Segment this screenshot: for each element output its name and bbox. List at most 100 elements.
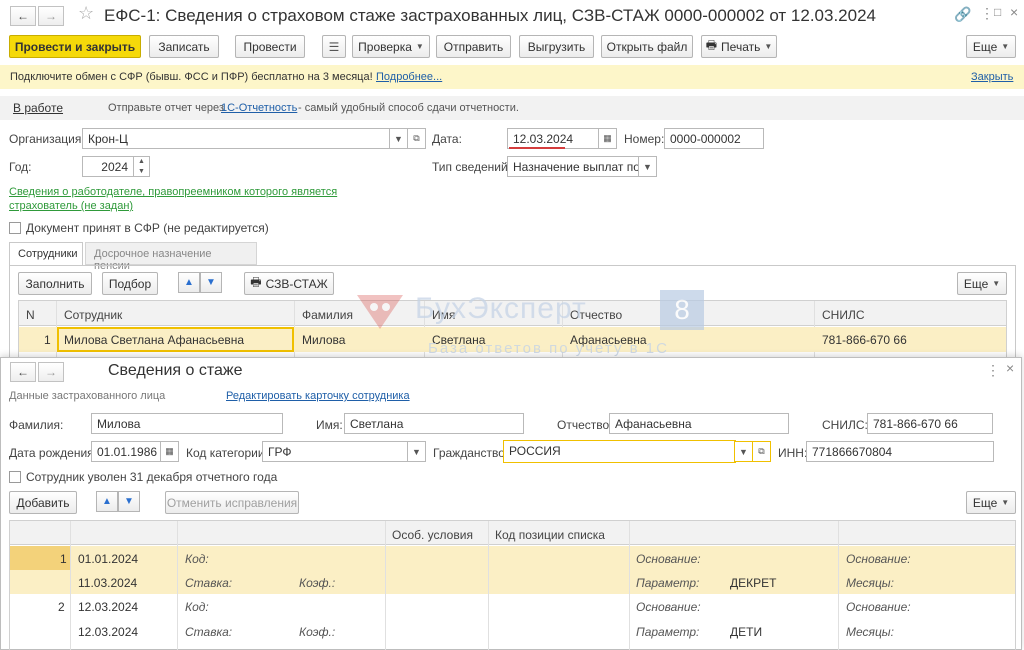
inn-field[interactable]: 771866670804 (806, 441, 994, 462)
move-down-icon[interactable]: ▼ (200, 272, 222, 293)
favorite-star-icon[interactable]: ☆ (78, 3, 94, 24)
dropdown-icon[interactable]: ▼ (638, 156, 657, 177)
accepted-checkbox[interactable] (9, 222, 21, 234)
cancel-fixes-button[interactable]: Отменить исправления (165, 491, 299, 514)
forward-button[interactable]: → (38, 6, 64, 26)
list-icon[interactable]: ☰ (322, 35, 346, 58)
period-end: 11.03.2024 (78, 576, 138, 590)
post-button[interactable]: Провести (235, 35, 305, 58)
open-file-button[interactable]: Открыть файл (601, 35, 693, 58)
row-last: Милова (302, 333, 346, 347)
dialog-menu-icon[interactable]: ⋮ (986, 362, 1000, 379)
post-and-close-button[interactable]: Провести и закрыть (9, 35, 141, 58)
printer-icon: 🖶 (705, 38, 718, 52)
reporting-link[interactable]: 1С-Отчетность (221, 102, 297, 114)
number-field[interactable]: 0000-000002 (664, 128, 764, 149)
period-start: 01.01.2024 (78, 552, 139, 566)
col-list-position: Код позиции списка (495, 528, 605, 542)
save-button[interactable]: Записать (149, 35, 219, 58)
print-button[interactable]: 🖶 Печать ▼ (701, 35, 777, 58)
send-button[interactable]: Отправить (436, 35, 511, 58)
dialog-title: Сведения о стаже (108, 362, 243, 379)
calendar-icon[interactable]: ▦ (598, 128, 617, 149)
row-n: 1 (44, 333, 51, 347)
param-value: ДЕТИ (730, 625, 763, 639)
open-icon[interactable]: ⧉ (407, 128, 426, 149)
year-field[interactable]: 2024 (82, 156, 134, 177)
dropdown-icon[interactable]: ▼ (734, 441, 753, 462)
banner-more-link[interactable]: Подробнее... (376, 71, 442, 83)
link-icon[interactable]: 🔗 (954, 6, 971, 23)
dialog-close-icon[interactable]: × (1006, 360, 1014, 376)
watermark-subtitle: База ответов по учету в 1С (428, 340, 669, 357)
chevron-down-icon: ▼ (764, 42, 773, 51)
accepted-label: Документ принят в СФР (не редактируется) (26, 221, 269, 235)
org-label: Организация: (9, 132, 85, 146)
fired-checkbox[interactable] (9, 471, 21, 483)
citizenship-field[interactable]: РОССИЯ (503, 440, 736, 463)
tab-employees[interactable]: Сотрудники (9, 242, 83, 266)
fired-label: Сотрудник уволен 31 декабря отчетного го… (26, 470, 278, 484)
col-divider (70, 521, 71, 650)
first-name-field[interactable]: Светлана (344, 413, 524, 434)
add-period-button[interactable]: Добавить (9, 491, 77, 514)
row-employee: Милова Светлана Афанасьевна (64, 333, 245, 347)
snils-field[interactable]: 781-866-670 66 (867, 413, 993, 434)
rate-label: Ставка: (185, 625, 233, 639)
type-field[interactable]: Назначение выплат по ОС (507, 156, 639, 177)
dropdown-icon[interactable]: ▼ (389, 128, 408, 149)
chevron-down-icon: ▼ (1001, 498, 1010, 507)
open-icon[interactable]: ⧉ (752, 441, 771, 462)
middle-name-field[interactable]: Афанасьевна (609, 413, 789, 434)
status-hint-prefix: Отправьте отчет через (108, 102, 224, 114)
dialog-forward-button[interactable]: → (38, 362, 64, 382)
maximize-icon[interactable]: □ (994, 5, 1001, 19)
category-field[interactable]: ГРФ (262, 441, 408, 462)
status-state[interactable]: В работе (13, 101, 63, 115)
select-button[interactable]: Подбор (102, 272, 158, 295)
row-snils: 781-866-670 66 (822, 333, 907, 347)
export-button[interactable]: Выгрузить (519, 35, 594, 58)
months-label: Месяцы: (846, 576, 894, 590)
dialog-more-button[interactable]: Еще ▼ (966, 491, 1016, 514)
employer-link-line1[interactable]: Сведения о работодателе, правопреемником… (9, 186, 337, 198)
last-name-field[interactable]: Милова (91, 413, 283, 434)
watermark-number: 8 (660, 290, 704, 330)
code-label: Код: (185, 552, 209, 566)
check-button[interactable]: Проверка ▼ (352, 35, 430, 58)
employer-link-line2[interactable]: страхователь (не задан) (9, 200, 133, 212)
date-field[interactable]: 12.03.2024 (507, 128, 601, 149)
last-name-label: Фамилия: (9, 418, 64, 432)
col-divider (629, 521, 630, 650)
move-up-icon[interactable]: ▲ (178, 272, 200, 293)
category-label: Код категории: (186, 446, 268, 460)
col-divider (488, 521, 489, 650)
birth-date-field[interactable]: 01.01.1986 (91, 441, 161, 462)
back-button[interactable]: ← (10, 6, 36, 26)
move-up-icon[interactable]: ▲ (96, 491, 118, 512)
calendar-icon[interactable]: ▦ (160, 441, 179, 462)
edit-employee-link[interactable]: Редактировать карточку сотрудника (226, 390, 410, 402)
szv-print-button[interactable]: 🖶 СЗВ-СТАЖ (244, 272, 334, 295)
col-divider (177, 521, 178, 650)
watermark-title: БухЭксперт (415, 292, 587, 325)
org-field[interactable]: Крон-Ц (82, 128, 390, 149)
dialog-back-button[interactable]: ← (10, 362, 36, 382)
close-icon[interactable]: × (1010, 4, 1018, 20)
move-down-icon[interactable]: ▼ (118, 491, 140, 512)
basis-label: Основание: (846, 552, 911, 566)
more-button[interactable]: Еще ▼ (966, 35, 1016, 58)
table-more-button[interactable]: Еще ▼ (957, 272, 1007, 295)
param-value: ДЕКРЕТ (730, 576, 777, 590)
inn-label: ИНН: (778, 446, 808, 460)
banner-close-link[interactable]: Закрыть (971, 71, 1013, 83)
dropdown-icon[interactable]: ▼ (407, 441, 426, 462)
fill-button[interactable]: Заполнить (18, 272, 92, 295)
tab-early-pension[interactable]: Досрочное назначение пенсии (85, 242, 257, 272)
year-stepper[interactable]: ▲ ▼ (133, 156, 150, 177)
first-name-label: Имя: (316, 418, 343, 432)
window-title: ЕФС-1: Сведения о страховом стаже застра… (104, 6, 876, 25)
menu-kebab-icon[interactable]: ⋮ (980, 5, 994, 22)
banner-text: Подключите обмен с СФР (бывш. ФСС и ПФР)… (10, 71, 373, 83)
date-label: Дата: (432, 132, 462, 146)
